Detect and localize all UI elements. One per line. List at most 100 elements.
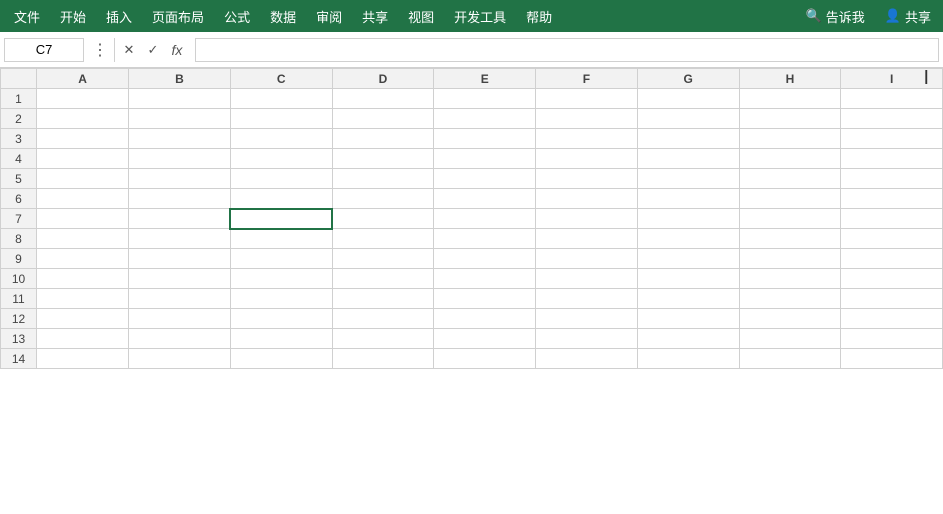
cell-F6[interactable] [536, 189, 638, 209]
cell-E5[interactable] [434, 169, 536, 189]
cell-G4[interactable] [637, 149, 739, 169]
cell-A13[interactable] [37, 329, 129, 349]
cell-H11[interactable] [739, 289, 841, 309]
cell-C13[interactable] [230, 329, 332, 349]
cell-H14[interactable] [739, 349, 841, 369]
row-header-9[interactable]: 9 [1, 249, 37, 269]
cell-H5[interactable] [739, 169, 841, 189]
cell-C7[interactable] [230, 209, 332, 229]
cell-B8[interactable] [129, 229, 231, 249]
cell-F9[interactable] [536, 249, 638, 269]
cell-E12[interactable] [434, 309, 536, 329]
cell-E6[interactable] [434, 189, 536, 209]
cell-H1[interactable] [739, 89, 841, 109]
cell-C14[interactable] [230, 349, 332, 369]
row-header-5[interactable]: 5 [1, 169, 37, 189]
cell-I7[interactable] [841, 209, 943, 229]
cell-G8[interactable] [637, 229, 739, 249]
row-header-2[interactable]: 2 [1, 109, 37, 129]
cell-E14[interactable] [434, 349, 536, 369]
cell-D14[interactable] [332, 349, 434, 369]
cell-B11[interactable] [129, 289, 231, 309]
cell-reference-box[interactable] [4, 38, 84, 62]
cell-H6[interactable] [739, 189, 841, 209]
cell-A5[interactable] [37, 169, 129, 189]
menu-developer[interactable]: 开发工具 [444, 0, 516, 32]
cell-E9[interactable] [434, 249, 536, 269]
menu-insert[interactable]: 插入 [96, 0, 142, 32]
cell-C4[interactable] [230, 149, 332, 169]
cell-A14[interactable] [37, 349, 129, 369]
cell-A3[interactable] [37, 129, 129, 149]
cell-B2[interactable] [129, 109, 231, 129]
col-header-g[interactable]: G [637, 69, 739, 89]
row-header-11[interactable]: 11 [1, 289, 37, 309]
cell-G14[interactable] [637, 349, 739, 369]
cell-A7[interactable] [37, 209, 129, 229]
cell-H4[interactable] [739, 149, 841, 169]
cell-B4[interactable] [129, 149, 231, 169]
row-header-10[interactable]: 10 [1, 269, 37, 289]
cell-D8[interactable] [332, 229, 434, 249]
cell-I14[interactable] [841, 349, 943, 369]
cell-C10[interactable] [230, 269, 332, 289]
cell-C1[interactable] [230, 89, 332, 109]
menu-formula[interactable]: 公式 [214, 0, 260, 32]
cell-G5[interactable] [637, 169, 739, 189]
confirm-button[interactable]: ✓ [141, 38, 165, 62]
row-header-1[interactable]: 1 [1, 89, 37, 109]
cell-D3[interactable] [332, 129, 434, 149]
cell-C9[interactable] [230, 249, 332, 269]
cell-H9[interactable] [739, 249, 841, 269]
cell-E4[interactable] [434, 149, 536, 169]
cell-A9[interactable] [37, 249, 129, 269]
cell-E7[interactable] [434, 209, 536, 229]
cell-A11[interactable] [37, 289, 129, 309]
cell-F13[interactable] [536, 329, 638, 349]
cell-D6[interactable] [332, 189, 434, 209]
cell-C11[interactable] [230, 289, 332, 309]
menu-share[interactable]: 共享 [352, 0, 398, 32]
row-header-4[interactable]: 4 [1, 149, 37, 169]
cell-I6[interactable] [841, 189, 943, 209]
cell-E11[interactable] [434, 289, 536, 309]
cell-H10[interactable] [739, 269, 841, 289]
cell-B3[interactable] [129, 129, 231, 149]
cell-D12[interactable] [332, 309, 434, 329]
cell-A2[interactable] [37, 109, 129, 129]
formula-input[interactable] [195, 38, 939, 62]
row-header-13[interactable]: 13 [1, 329, 37, 349]
menu-page-layout[interactable]: 页面布局 [142, 0, 214, 32]
cell-A8[interactable] [37, 229, 129, 249]
cell-F3[interactable] [536, 129, 638, 149]
cell-F8[interactable] [536, 229, 638, 249]
cell-D1[interactable] [332, 89, 434, 109]
cell-D13[interactable] [332, 329, 434, 349]
cell-B9[interactable] [129, 249, 231, 269]
cell-G7[interactable] [637, 209, 739, 229]
cell-I8[interactable] [841, 229, 943, 249]
col-header-e[interactable]: E [434, 69, 536, 89]
cell-G9[interactable] [637, 249, 739, 269]
row-header-8[interactable]: 8 [1, 229, 37, 249]
cell-G13[interactable] [637, 329, 739, 349]
cell-G12[interactable] [637, 309, 739, 329]
menu-help[interactable]: 帮助 [516, 0, 562, 32]
row-header-14[interactable]: 14 [1, 349, 37, 369]
cell-G1[interactable] [637, 89, 739, 109]
cell-D11[interactable] [332, 289, 434, 309]
collab-button[interactable]: 👤 共享 [877, 0, 939, 32]
cell-I12[interactable] [841, 309, 943, 329]
cell-D7[interactable] [332, 209, 434, 229]
cell-H3[interactable] [739, 129, 841, 149]
cell-C5[interactable] [230, 169, 332, 189]
cell-B5[interactable] [129, 169, 231, 189]
menu-view[interactable]: 视图 [398, 0, 444, 32]
cell-B14[interactable] [129, 349, 231, 369]
cell-G3[interactable] [637, 129, 739, 149]
cell-I2[interactable] [841, 109, 943, 129]
cell-B12[interactable] [129, 309, 231, 329]
col-header-f[interactable]: F [536, 69, 638, 89]
col-header-c[interactable]: C [230, 69, 332, 89]
row-header-3[interactable]: 3 [1, 129, 37, 149]
